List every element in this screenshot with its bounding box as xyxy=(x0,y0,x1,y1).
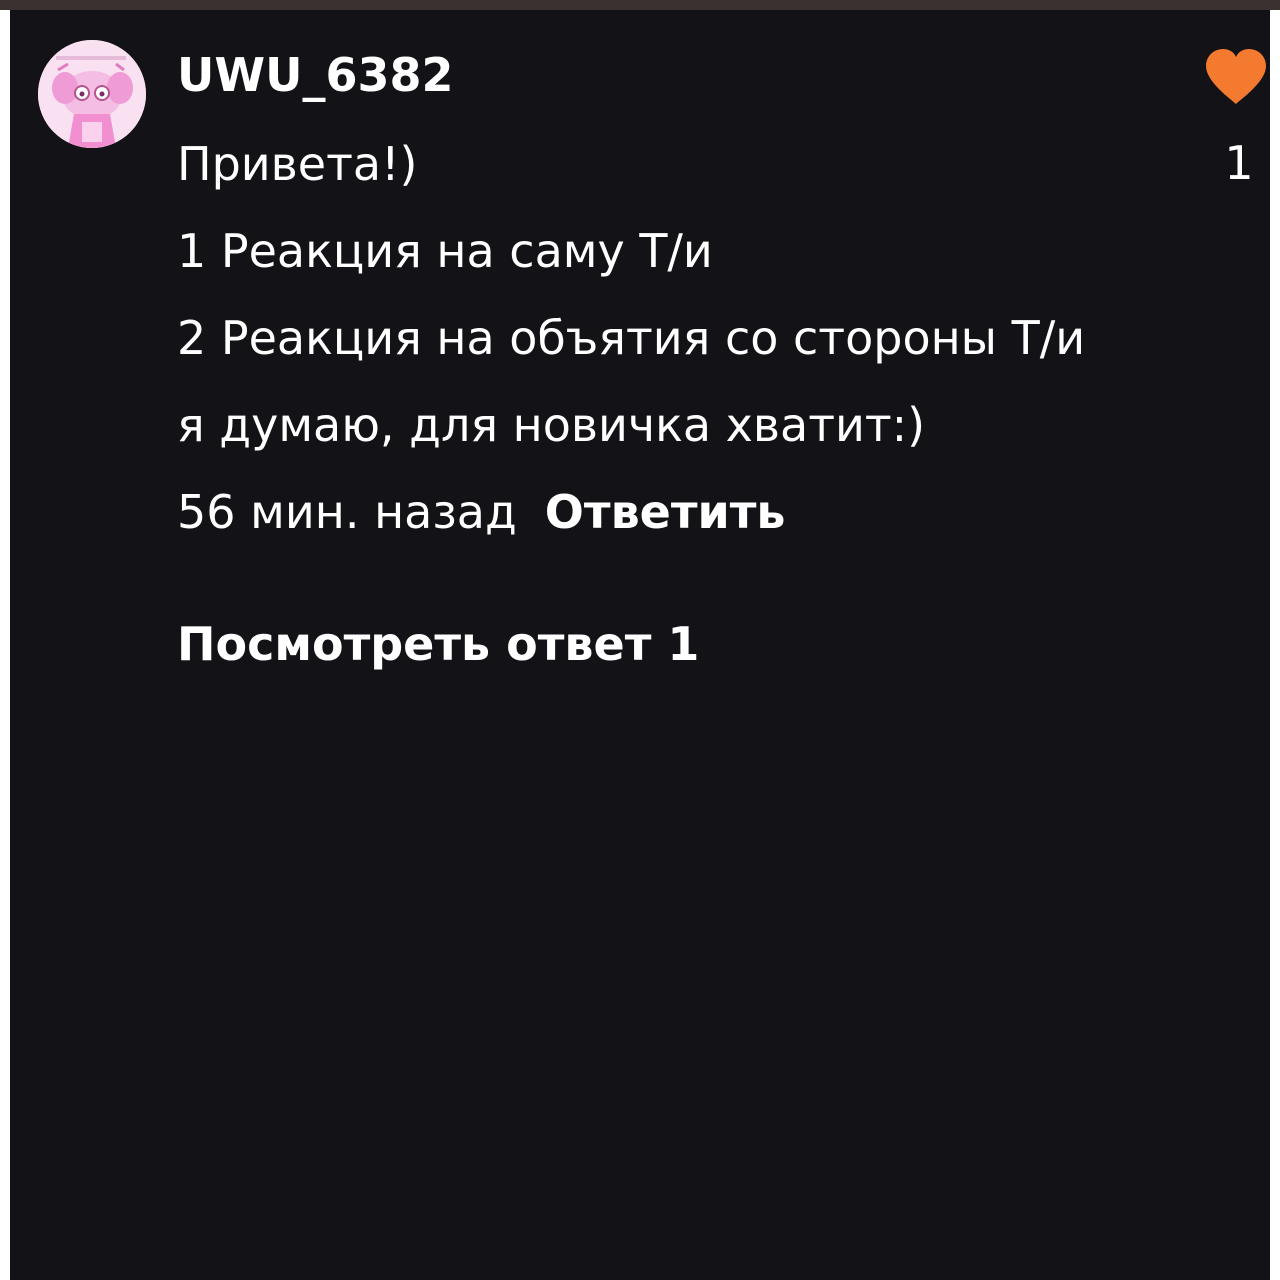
screen: UWU_6382 Привета!) 1 Реакция на саму Т/и… xyxy=(0,0,1280,1280)
heart-icon[interactable] xyxy=(1204,48,1268,106)
like-group: 1 xyxy=(1200,48,1270,198)
timestamp: 56 мин. назад xyxy=(177,485,517,539)
like-count: 1 xyxy=(1224,136,1254,190)
comment-line: 1 Реакция на саму Т/и xyxy=(177,224,713,278)
comment-meta: 56 мин. назад Ответить xyxy=(177,480,786,544)
username[interactable]: UWU_6382 xyxy=(177,48,453,102)
comment-line: 2 Реакция на объятия со стороны Т/и xyxy=(177,311,1086,365)
avatar[interactable] xyxy=(38,40,146,148)
reply-button[interactable]: Ответить xyxy=(545,485,786,539)
comment-line: Привета!) xyxy=(177,137,418,191)
view-replies-button[interactable]: Посмотреть ответ 1 xyxy=(177,612,699,676)
comments-panel: UWU_6382 Привета!) 1 Реакция на саму Т/и… xyxy=(10,10,1270,1280)
top-strip xyxy=(0,0,1280,10)
comment-body: Привета!) 1 Реакция на саму Т/и 2 Реакци… xyxy=(177,132,1177,480)
comment-line: я думаю, для новичка хватит:) xyxy=(177,398,926,452)
comment-item: UWU_6382 Привета!) 1 Реакция на саму Т/и… xyxy=(10,10,1270,710)
